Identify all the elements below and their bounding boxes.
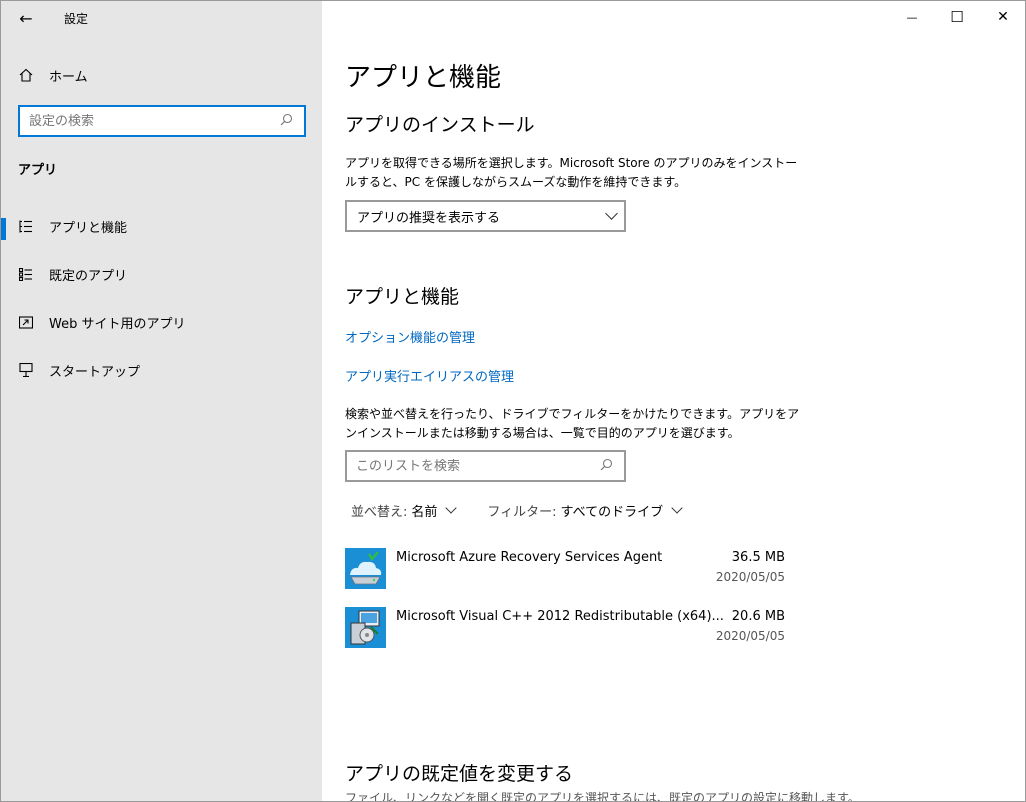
maximize-icon: ☐ [950, 8, 964, 26]
filter-value: すべてのドライブ [560, 505, 664, 520]
minimize-button[interactable]: — [889, 1, 935, 33]
defaults-description: ファイル、リンクなどを開く既定のアプリを選択するには、既定のアプリの設定に移動し… [345, 791, 860, 802]
close-icon: ✕ [997, 9, 1009, 25]
window-title: 設定 [64, 12, 89, 26]
settings-search-input[interactable] [20, 113, 280, 129]
sort-by-dropdown[interactable]: 並べ替え: 名前 [351, 501, 458, 520]
install-section-heading: アプリのインストール [345, 114, 535, 136]
app-size: 36.5 MB [731, 550, 785, 565]
sidebar-item-startup[interactable]: スタートアップ [1, 350, 322, 390]
chevron-down-icon [445, 502, 458, 514]
apps-for-websites-icon [18, 315, 34, 329]
startup-icon [18, 363, 34, 377]
features-description: 検索や並べ替えを行ったり、ドライブでフィルターをかけたりできます。アプリをアンイ… [345, 407, 800, 440]
page-title: アプリと機能 [345, 63, 502, 93]
filter-drive-dropdown[interactable]: フィルター: すべてのドライブ [487, 501, 683, 520]
chevron-down-icon [605, 207, 618, 220]
default-apps-icon [18, 267, 34, 281]
app-name: Microsoft Azure Recovery Services Agent [396, 550, 663, 565]
sidebar-item-home[interactable]: ホーム [1, 59, 322, 91]
app-install-source-dropdown[interactable]: アプリの推奨を表示する [345, 200, 626, 232]
app-list-search-input[interactable] [347, 458, 600, 474]
app-install-date: 2020/05/05 [715, 570, 785, 584]
app-list-search-box[interactable] [345, 450, 626, 482]
sidebar-section-label: アプリ [18, 163, 58, 178]
sidebar-item-label: スタートアップ [49, 364, 141, 380]
settings-window: ← 設定 ホーム アプリ アプリと機能 既定のアプリ [0, 0, 1026, 802]
app-install-date: 2020/05/05 [715, 629, 785, 643]
app-size: 20.6 MB [731, 609, 785, 624]
search-icon[interactable] [600, 458, 616, 475]
sidebar-item-apps-for-websites[interactable]: Web サイト用のアプリ [1, 302, 322, 342]
settings-search-box[interactable] [18, 105, 306, 137]
sort-key-label: 並べ替え: [351, 505, 408, 520]
app-name: Microsoft Visual C++ 2012 Redistributabl… [396, 609, 724, 624]
azure-recovery-icon [345, 548, 386, 589]
sidebar-item-label: Web サイト用のアプリ [49, 316, 186, 332]
maximize-button[interactable]: ☐ [934, 1, 980, 33]
sidebar: ← 設定 ホーム アプリ アプリと機能 既定のアプリ [1, 1, 322, 801]
install-description: アプリを取得できる場所を選択します。Microsoft Store のアプリのみ… [345, 156, 798, 189]
sidebar-item-label: 既定のアプリ [49, 268, 128, 284]
minimize-icon: — [906, 10, 918, 24]
app-list-item[interactable]: Microsoft Visual C++ 2012 Redistributabl… [345, 607, 785, 651]
features-section-heading: アプリと機能 [345, 286, 460, 308]
back-arrow-icon[interactable]: ← [13, 5, 39, 31]
app-execution-alias-link[interactable]: アプリ実行エイリアスの管理 [345, 366, 514, 385]
apps-features-icon [18, 220, 34, 233]
sidebar-item-label: アプリと機能 [49, 220, 128, 236]
chevron-down-icon [671, 502, 683, 514]
sidebar-item-apps-features[interactable]: アプリと機能 [1, 206, 322, 246]
installer-icon [345, 607, 386, 648]
dropdown-value: アプリの推奨を表示する [357, 210, 501, 226]
search-icon[interactable] [280, 113, 296, 130]
sidebar-item-label: ホーム [49, 69, 88, 85]
sort-value: 名前 [411, 505, 438, 520]
app-list-item[interactable]: Microsoft Azure Recovery Services Agent … [345, 548, 785, 592]
close-button[interactable]: ✕ [980, 1, 1025, 33]
home-icon [19, 68, 33, 82]
defaults-section-heading: アプリの既定値を変更する [345, 763, 574, 785]
sort-filter-row: 並べ替え: 名前 フィルター: すべてのドライブ [351, 501, 713, 520]
optional-features-link[interactable]: オプション機能の管理 [345, 327, 475, 346]
sidebar-item-default-apps[interactable]: 既定のアプリ [1, 254, 322, 294]
filter-key-label: フィルター: [487, 505, 557, 520]
